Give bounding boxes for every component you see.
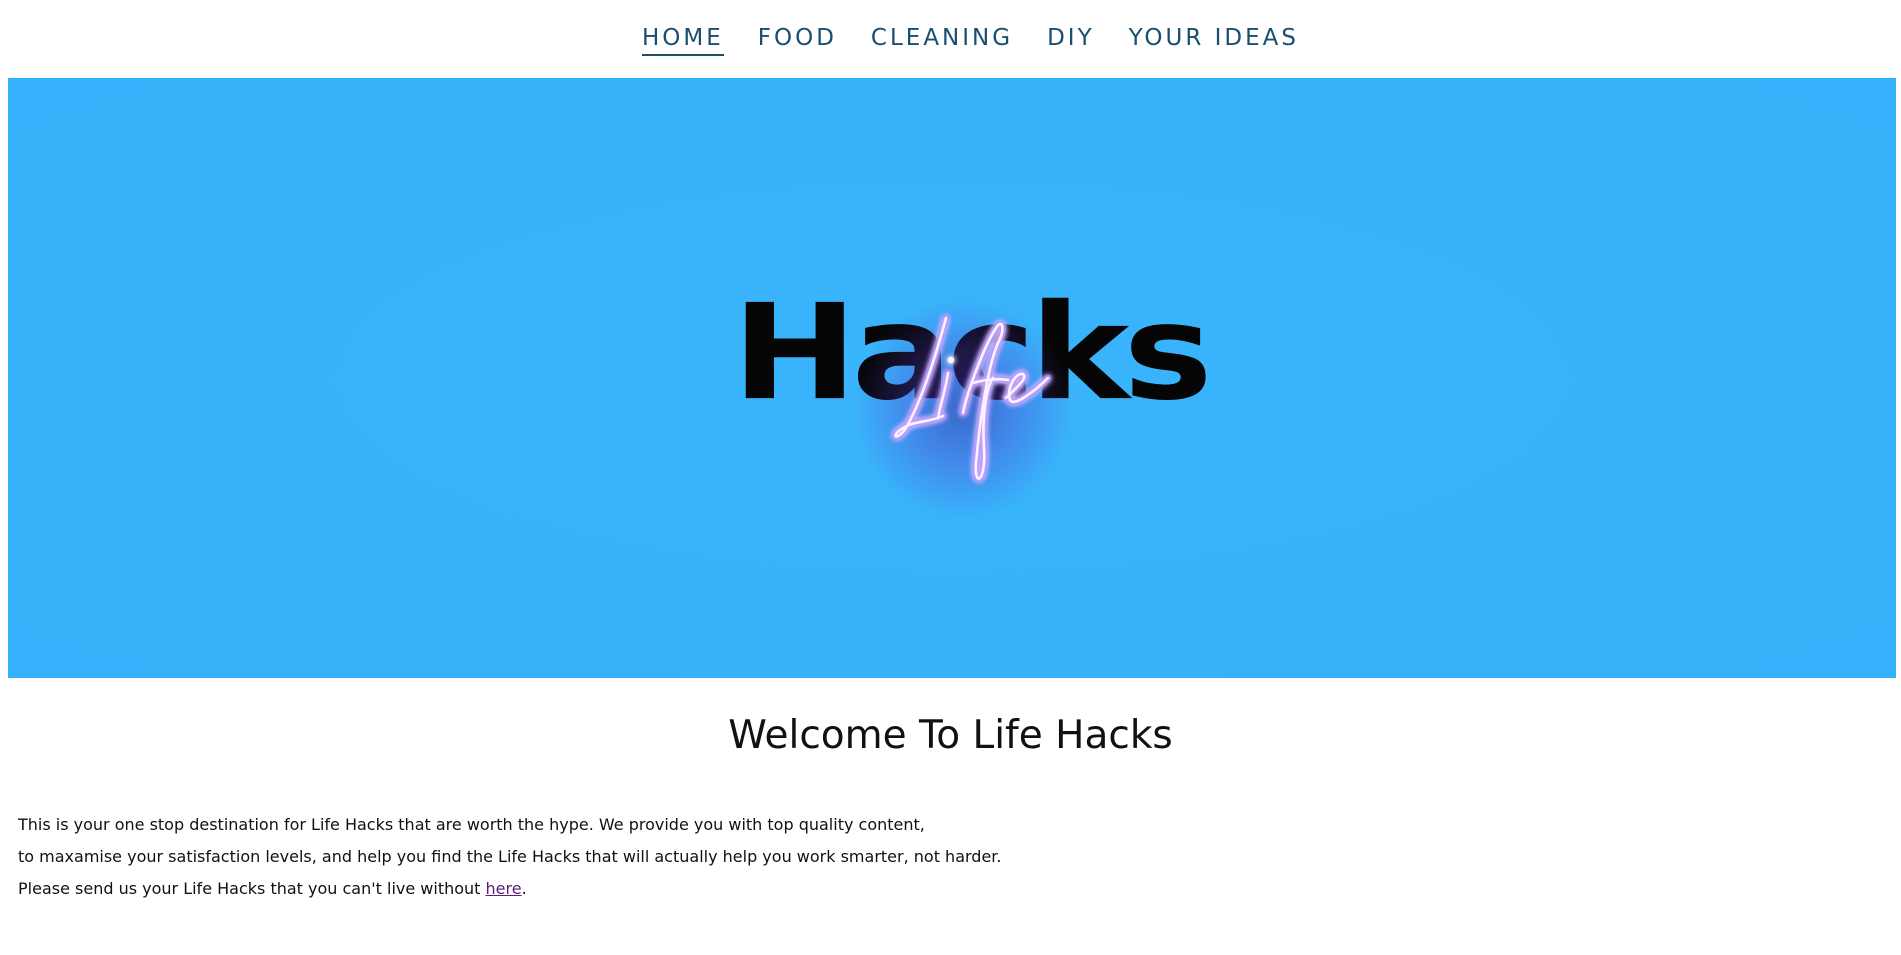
- nav-item-food[interactable]: FOOD: [758, 24, 837, 56]
- nav-item-diy[interactable]: DIY: [1047, 24, 1095, 56]
- site-logo: Hacks: [8, 78, 1896, 678]
- intro-line-3: Please send us your Life Hacks that you …: [18, 873, 1118, 905]
- nav-item-home[interactable]: HOME: [641, 24, 724, 56]
- welcome-heading: Welcome To Life Hacks: [728, 713, 1173, 758]
- nav-item-your-ideas[interactable]: YOUR IDEAS: [1129, 24, 1299, 56]
- top-navigation: HOME FOOD CLEANING DIY YOUR IDEAS: [0, 0, 1901, 78]
- intro-line-2: to maxamise your satisfaction levels, an…: [18, 847, 1002, 866]
- submit-hacks-link[interactable]: here: [486, 879, 522, 898]
- intro-text: This is your one stop destination for Li…: [18, 809, 1118, 905]
- hero-banner: Hacks: [8, 78, 1896, 678]
- logo-life-neon-script: [891, 314, 1052, 483]
- nav-item-cleaning[interactable]: CLEANING: [871, 24, 1013, 56]
- nav-list: HOME FOOD CLEANING DIY YOUR IDEAS: [641, 24, 1299, 56]
- intro-line-3-text: Please send us your Life Hacks that you …: [18, 879, 486, 898]
- intro-line-1: This is your one stop destination for Li…: [18, 815, 925, 834]
- intro-line-3-period: .: [521, 879, 527, 898]
